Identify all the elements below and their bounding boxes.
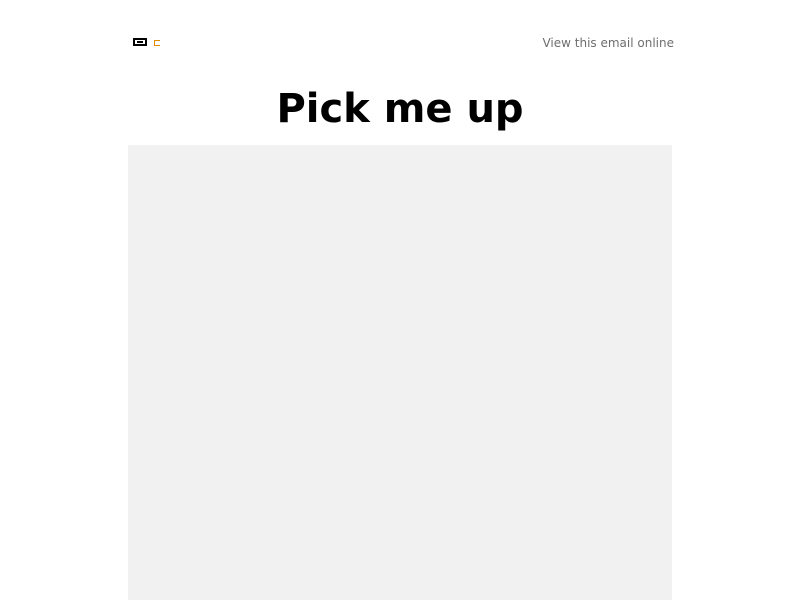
broken-image-icon <box>133 38 147 46</box>
email-header: View this email online <box>128 30 674 56</box>
view-email-online-link[interactable]: View this email online <box>542 36 674 50</box>
hero-image-placeholder <box>128 145 672 600</box>
page-title: Pick me up <box>276 86 524 132</box>
broken-image-icon-secondary <box>154 40 160 46</box>
